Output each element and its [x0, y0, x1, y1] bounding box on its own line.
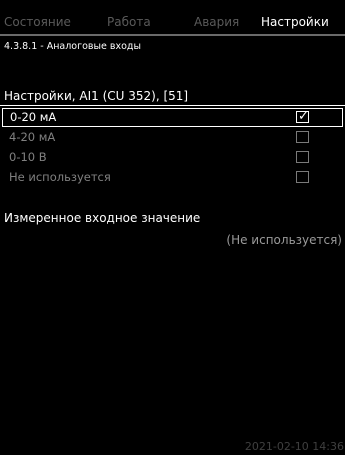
option-0-20ma[interactable]: 0-20 мА ✓ [2, 108, 343, 127]
measured-input-label: Измеренное входное значение [4, 211, 201, 225]
timestamp: 2021-02-10 14:36 [244, 440, 344, 453]
tab-settings[interactable]: Настройки [261, 14, 329, 30]
checkbox[interactable]: ✓ [296, 109, 309, 124]
section-title: Настройки, AI1 (CU 352), [51] [4, 89, 189, 103]
breadcrumb: 4.3.8.1 - Аналоговые входы [4, 41, 141, 52]
tab-status[interactable]: Состояние [4, 14, 71, 30]
tab-operation[interactable]: Работа [107, 14, 151, 30]
option-not-used[interactable]: Не используется [0, 168, 345, 187]
option-label: Не используется [9, 170, 111, 184]
option-label: 4-20 мА [9, 130, 56, 144]
checkbox[interactable] [296, 171, 309, 183]
section-divider [0, 105, 345, 106]
tab-bar: Состояние Работа Авария Настройки [0, 0, 345, 37]
option-label: 0-10 В [9, 150, 47, 164]
option-0-10v[interactable]: 0-10 В [0, 148, 345, 167]
checkbox[interactable] [296, 131, 309, 143]
measured-input-value: (Не используется) [226, 233, 342, 247]
option-4-20ma[interactable]: 4-20 мА [0, 128, 345, 147]
checkbox[interactable] [296, 151, 309, 163]
checkmark-icon: ✓ [298, 109, 309, 124]
tab-alarm[interactable]: Авария [194, 14, 239, 30]
option-label: 0-20 мА [10, 110, 57, 124]
tab-divider [0, 34, 345, 36]
